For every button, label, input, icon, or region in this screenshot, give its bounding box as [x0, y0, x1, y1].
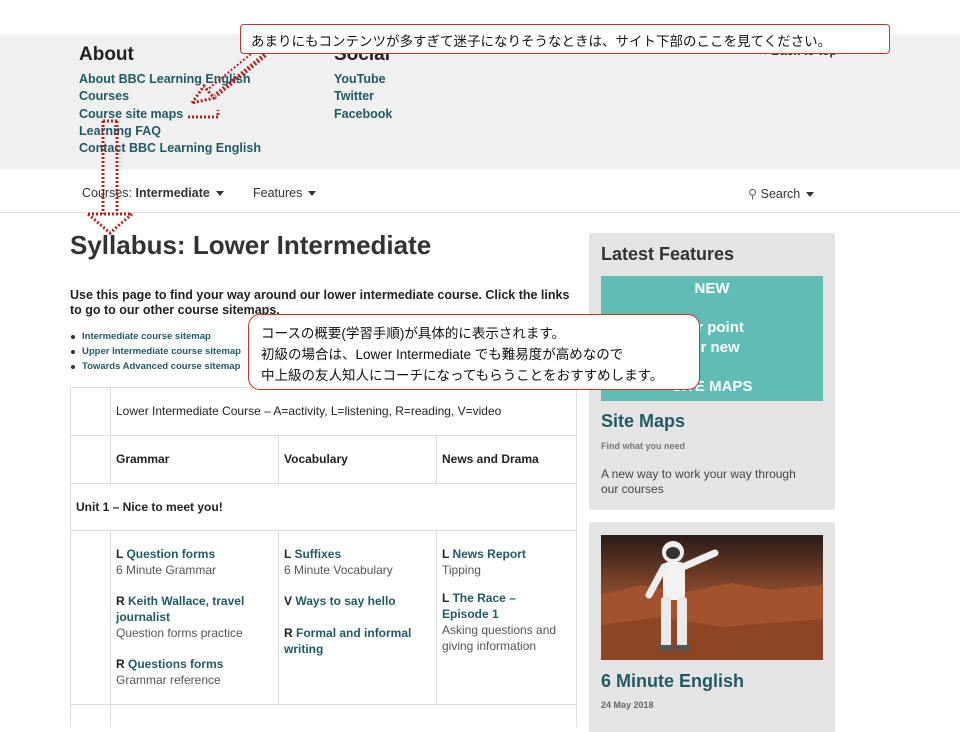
callout-top: あまりにもコンテンツが多すぎて迷子になりそうなときは、サイト下部のここを見てくだ…	[240, 24, 890, 54]
callout-middle: コースの概要(学習手順)が具体的に表示されます。 初級の場合は、Lower In…	[248, 314, 700, 390]
callout-middle-line-2: 初級の場合は、Lower Intermediate でも難易度が高めなので	[261, 347, 624, 362]
callout-top-text: あまりにもコンテンツが多すぎて迷子になりそうなときは、サイト下部のここを見てくだ…	[251, 34, 832, 49]
callout-middle-line-1: コースの概要(学習手順)が具体的に表示されます。	[261, 326, 565, 341]
callout-middle-line-3: 中上級の友人知人にコーチになってもらうことをおすすめします。	[261, 368, 664, 383]
